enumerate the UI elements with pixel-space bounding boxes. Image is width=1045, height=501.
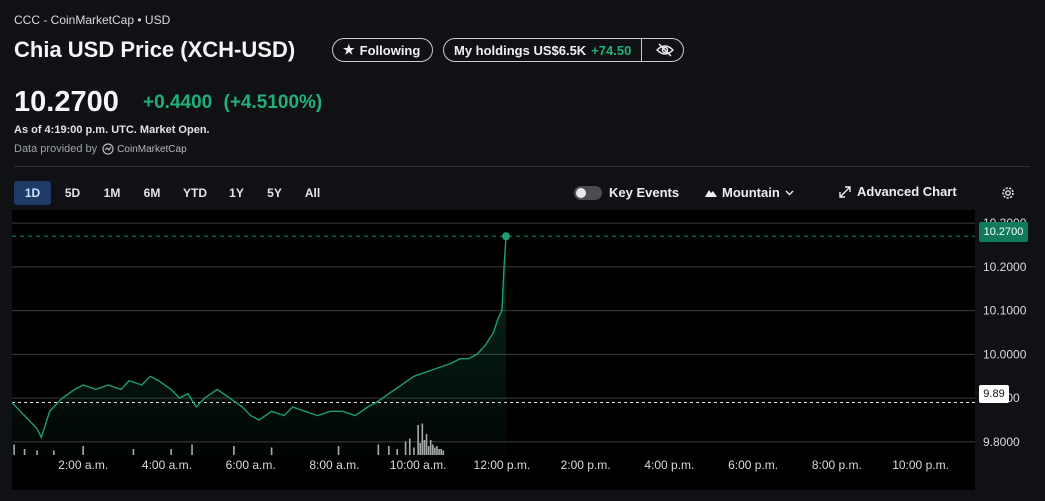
holdings-button[interactable]: My holdings US$6.5K +74.50 — [444, 39, 643, 61]
page-title: Chia USD Price (XCH-USD) — [14, 37, 296, 62]
x-tick-label: 10:00 a.m. — [390, 458, 447, 472]
change-percent: (+4.5100%) — [223, 92, 323, 113]
price-chart[interactable]: 2:00 a.m. 4:00 a.m. 6:00 a.m. 8:00 a.m. 10:0… — [0, 210, 1045, 501]
range-tab-all[interactable]: All — [294, 181, 331, 205]
y-tick-label: 10.1000 — [983, 304, 1027, 318]
key-events-label[interactable]: Key Events — [609, 185, 679, 200]
range-tabs: 1D 5D 1M 6M YTD 1Y 5Y All — [14, 181, 331, 205]
chevron-down-icon — [785, 190, 794, 195]
x-tick-label: 8:00 p.m. — [812, 458, 862, 472]
following-button[interactable]: ★ Following — [332, 38, 433, 62]
mountain-icon — [705, 190, 717, 197]
range-tab-1d[interactable]: 1D — [14, 181, 51, 205]
y-tick-label: 9.8000 — [983, 435, 1020, 449]
range-tab-5d[interactable]: 5D — [53, 181, 92, 205]
x-tick-label: 6:00 p.m. — [728, 458, 778, 472]
range-tab-6m[interactable]: 6M — [132, 181, 172, 205]
x-tick-label: 4:00 p.m. — [644, 458, 694, 472]
provider-name: CoinMarketCap — [117, 143, 187, 155]
x-tick-label: 2:00 p.m. — [561, 458, 611, 472]
last-price-dot — [502, 232, 511, 241]
previous-close-flag: 9.89 — [979, 385, 1009, 403]
eye-off-icon — [656, 43, 675, 57]
current-price: 10.2700 — [14, 86, 119, 118]
advanced-chart-label: Advanced Chart — [857, 184, 957, 199]
provider-logo: CoinMarketCap — [102, 143, 187, 155]
x-tick-label: 6:00 a.m. — [226, 458, 276, 472]
provider-prefix: Data provided by — [14, 143, 98, 155]
x-tick-label: 2:00 a.m. — [58, 458, 108, 472]
settings-gear-icon[interactable] — [1000, 185, 1016, 201]
range-tab-ytd[interactable]: YTD — [172, 181, 218, 205]
toggle-knob — [576, 188, 586, 198]
breadcrumb: CCC - CoinMarketCap • USD — [14, 13, 171, 27]
x-tick-label: 10:00 p.m. — [892, 458, 949, 472]
holdings-pill[interactable]: My holdings US$6.5K +74.50 — [443, 38, 684, 62]
advanced-chart-button[interactable]: Advanced Chart — [839, 184, 957, 199]
y-tick-label: 10.0000 — [983, 347, 1027, 361]
expand-icon — [839, 185, 851, 198]
x-tick-label: 4:00 a.m. — [142, 458, 192, 472]
hide-holdings-button[interactable] — [647, 39, 683, 61]
range-tab-1m[interactable]: 1M — [92, 181, 132, 205]
range-tab-5y[interactable]: 5Y — [255, 181, 294, 205]
data-provider: Data provided by CoinMarketCap — [14, 143, 187, 155]
range-tab-1y[interactable]: 1Y — [218, 181, 255, 205]
x-tick-label: 12:00 p.m. — [474, 458, 531, 472]
as-of-text: As of 4:19:00 p.m. UTC. Market Open. — [14, 124, 210, 136]
change-value: +0.4400 — [143, 92, 213, 113]
last-price-flag: 10.2700 — [979, 222, 1028, 242]
holdings-label: My holdings US$6.5K — [454, 42, 587, 58]
chart-style-dropdown[interactable]: Mountain — [705, 185, 794, 200]
following-label: Following — [359, 42, 421, 58]
section-divider — [14, 166, 1030, 167]
coinmarketcap-logo-icon — [102, 143, 114, 155]
star-icon: ★ — [343, 42, 355, 57]
holdings-change: +74.50 — [591, 42, 632, 58]
key-events-toggle[interactable] — [574, 186, 602, 200]
y-tick-label: 10.2000 — [983, 260, 1027, 274]
price-change: +0.4400 (+4.5100%) — [143, 92, 322, 114]
x-tick-label: 8:00 a.m. — [309, 458, 359, 472]
chart-style-label: Mountain — [722, 185, 780, 200]
